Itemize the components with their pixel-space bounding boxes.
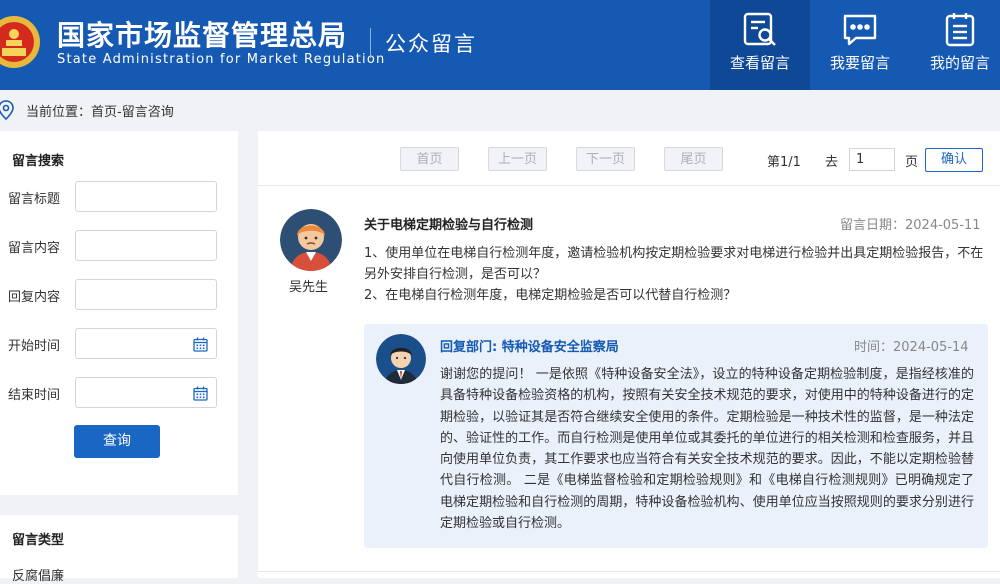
- location-pin-icon: [0, 100, 14, 120]
- next-page-button[interactable]: 下一页: [576, 147, 635, 171]
- content-field-label: 留言内容: [8, 241, 61, 256]
- reply-box: 回复部门: 特种设备安全监察局 时间：2024-05-14 谢谢您的提问！ 一是…: [364, 324, 988, 548]
- query-button[interactable]: 查询: [74, 425, 160, 458]
- item-divider: [258, 571, 1000, 572]
- site-subtitle: State Administration for Market Regulati…: [57, 52, 386, 67]
- nav-post-message[interactable]: 我要留言: [810, 0, 910, 90]
- first-page-button[interactable]: 首页: [400, 147, 459, 171]
- title-field-label: 留言标题: [8, 192, 61, 207]
- nav-label: 查看留言: [729, 54, 790, 72]
- page-unit-label: 页: [905, 155, 919, 170]
- nav-label: 我的留言: [929, 54, 990, 72]
- nav-label: 我要留言: [829, 54, 890, 72]
- chat-bubble-icon: [843, 14, 877, 46]
- content-input[interactable]: [75, 230, 217, 261]
- title-input[interactable]: [75, 181, 217, 212]
- message-type-panel: 留言类型 反腐倡廉: [0, 515, 238, 584]
- message-title[interactable]: 关于电梯定期检验与自行检测: [364, 214, 533, 233]
- search-panel: 留言搜索 留言标题 留言内容 回复内容 开始时间 结束时间 查询: [0, 131, 238, 495]
- goto-label: 去: [825, 155, 839, 170]
- calendar-icon[interactable]: [193, 386, 208, 401]
- header-divider: [370, 28, 371, 58]
- end-date-input[interactable]: [75, 377, 217, 408]
- message-question: 2、在电梯自行检测年度，电梯定期检验是否可以代替自行检测？: [364, 288, 737, 303]
- message-type-title: 留言类型: [12, 533, 65, 548]
- site-title: 国家市场监督管理总局: [57, 19, 348, 52]
- nav-view-messages[interactable]: 查看留言: [710, 0, 810, 90]
- user-avatar: [280, 209, 342, 271]
- reply-date: 时间：2024-05-14: [854, 340, 969, 355]
- reply-body: 谢谢您的提问！ 一是依照《特种设备安全法》，设立的特种设备定期检验制度，是指经核…: [440, 367, 974, 532]
- national-emblem-icon: [0, 16, 40, 68]
- start-date-label: 开始时间: [8, 339, 61, 354]
- message-date: 留言日期：2024-05-11: [840, 218, 981, 233]
- prev-page-button[interactable]: 上一页: [488, 147, 547, 171]
- calendar-icon[interactable]: [193, 337, 208, 352]
- confirm-page-button[interactable]: 确认: [925, 148, 983, 172]
- reply-department: 回复部门: 特种设备安全监察局: [440, 340, 619, 355]
- search-document-icon: [743, 12, 776, 46]
- pagination: 首页 上一页 下一页 尾页 第1/1 去 1 页 确认: [258, 131, 1000, 186]
- message-type-item[interactable]: 反腐倡廉: [12, 565, 64, 584]
- reply-input[interactable]: [75, 279, 217, 310]
- site-header: 国家市场监督管理总局 State Administration for Mark…: [0, 0, 1000, 90]
- start-date-input[interactable]: [75, 328, 217, 359]
- last-page-button[interactable]: 尾页: [664, 147, 723, 171]
- message-author: 吴先生: [289, 280, 329, 295]
- reply-field-label: 回复内容: [8, 290, 61, 305]
- end-date-label: 结束时间: [8, 388, 61, 403]
- page-number-input[interactable]: 1: [849, 148, 895, 171]
- section-title: 公众留言: [385, 32, 477, 56]
- message-question: 1、使用单位在电梯自行检测年度，邀请检验机构按定期检验要求对电梯进行检验并出具定…: [364, 246, 984, 282]
- message-body: 1、使用单位在电梯自行检测年度，邀请检验机构按定期检验要求对电梯进行检验并出具定…: [364, 243, 990, 306]
- page-info: 第1/1: [767, 155, 801, 170]
- list-document-icon: [945, 13, 975, 47]
- message-list: 首页 上一页 下一页 尾页 第1/1 去 1 页 确认 吴先生 关于电梯定期检验…: [258, 131, 1000, 578]
- search-panel-title: 留言搜索: [12, 154, 65, 169]
- nav-my-messages[interactable]: 我的留言: [910, 0, 1000, 90]
- breadcrumb-text: 当前位置：首页-留言咨询: [26, 105, 174, 120]
- official-avatar: [376, 334, 426, 384]
